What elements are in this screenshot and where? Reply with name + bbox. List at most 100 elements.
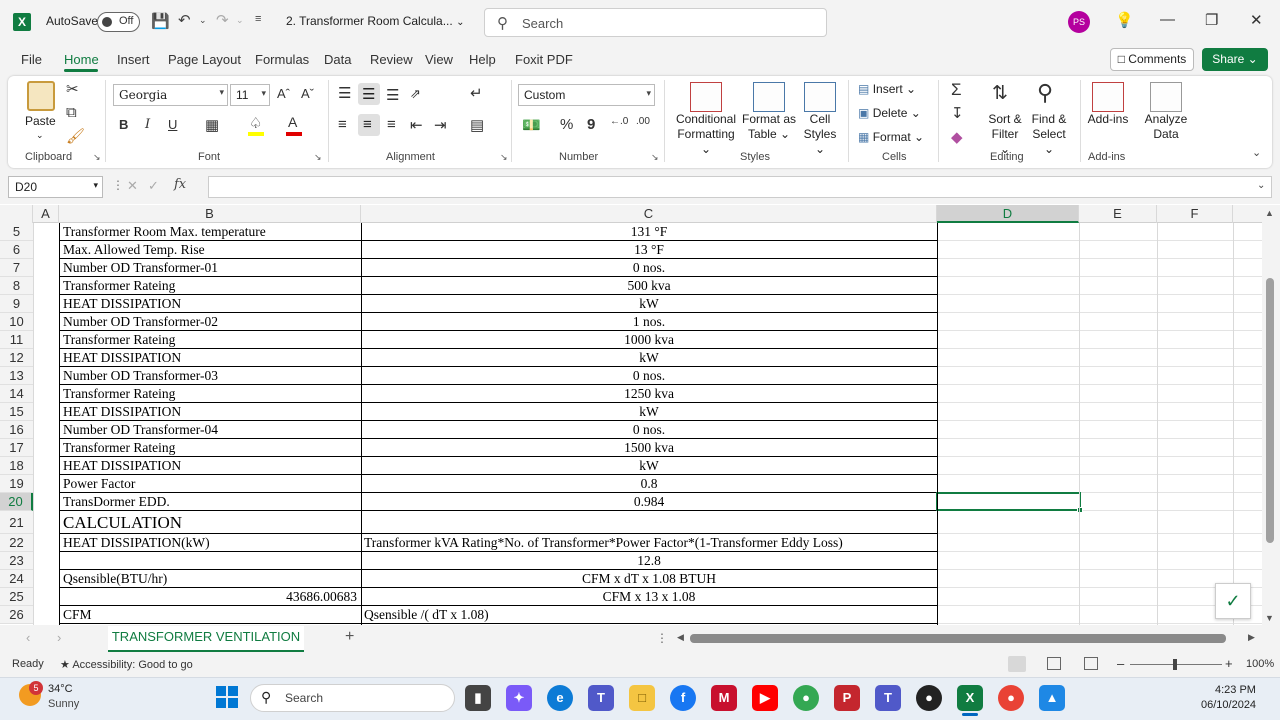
conditional-formatting-button[interactable]: Conditional Formatting ⌄: [672, 112, 740, 157]
format-as-table-button[interactable]: Format as Table ⌄: [742, 112, 796, 142]
row-header[interactable]: 26: [0, 606, 33, 624]
lightbulb-icon[interactable]: 💡: [1115, 11, 1134, 29]
cell-c[interactable]: 0 nos.: [364, 259, 934, 277]
minimize-icon[interactable]: —: [1160, 11, 1175, 28]
share-button[interactable]: Share ⌄: [1202, 48, 1268, 71]
select-all-corner[interactable]: [0, 205, 33, 223]
row-header[interactable]: 11: [0, 331, 33, 349]
restore-icon[interactable]: ❐: [1205, 11, 1218, 29]
cell-styles-button[interactable]: Cell Styles ⌄: [798, 112, 842, 157]
row-header[interactable]: 16: [0, 421, 33, 439]
cell-b[interactable]: Qsensible(BTU/hr): [63, 570, 357, 588]
paste-button[interactable]: Paste: [25, 114, 56, 129]
cut-icon[interactable]: ✂: [66, 80, 79, 98]
column-header-d[interactable]: D: [937, 205, 1079, 223]
checkmark-icon[interactable]: ✓: [1215, 583, 1251, 619]
delete-cells-button[interactable]: ▣ Delete ⌄: [858, 106, 921, 121]
menu-home[interactable]: Home: [64, 52, 99, 67]
zoom-out-icon[interactable]: –: [1117, 656, 1124, 671]
menu-review[interactable]: Review: [370, 52, 413, 67]
add-ins-icon[interactable]: [1092, 82, 1124, 112]
cell-c[interactable]: 0.8: [364, 475, 934, 493]
cell-c[interactable]: 0.984: [364, 493, 934, 511]
row-header[interactable]: 15: [0, 403, 33, 421]
merge-center-icon[interactable]: ▤: [470, 116, 484, 134]
align-center-icon[interactable]: ≡: [358, 114, 380, 136]
menu-foxit-pdf[interactable]: Foxit PDF: [515, 52, 573, 67]
cell-styles-icon[interactable]: [804, 82, 836, 112]
copilot-icon[interactable]: ✦: [506, 685, 532, 711]
increase-decimal-icon[interactable]: ←.0: [610, 116, 628, 127]
cell-b[interactable]: Number OD Transformer-04: [63, 421, 357, 439]
cell-c[interactable]: kW: [364, 295, 934, 313]
scroll-left-icon[interactable]: ◀: [677, 632, 684, 643]
collapse-ribbon-icon[interactable]: ⌄: [1252, 146, 1261, 159]
row-header[interactable]: 9: [0, 295, 33, 313]
close-icon[interactable]: ✕: [1250, 11, 1263, 29]
mcafee-icon[interactable]: M: [711, 685, 737, 711]
scroll-right-icon[interactable]: ▶: [1248, 632, 1255, 643]
cell-c[interactable]: 0 nos.: [364, 421, 934, 439]
cell-c[interactable]: 12.8: [364, 552, 934, 570]
edge-icon[interactable]: e: [547, 685, 573, 711]
add-sheet-icon[interactable]: +: [345, 628, 354, 646]
customize-toolbar-icon[interactable]: ≡: [255, 13, 261, 25]
cell-b[interactable]: TransDormer EDD.: [63, 493, 357, 511]
italic-button[interactable]: I: [145, 117, 150, 132]
paste-icon[interactable]: [27, 81, 55, 111]
orientation-icon[interactable]: ⇗: [410, 86, 421, 102]
file-explorer-icon[interactable]: □: [629, 685, 655, 711]
clipboard-launcher-icon[interactable]: ↘: [93, 152, 101, 163]
youtube-icon[interactable]: ▶: [752, 685, 778, 711]
menu-formulas[interactable]: Formulas: [255, 52, 309, 67]
find-select-icon[interactable]: ⚲: [1037, 80, 1053, 106]
decrease-indent-icon[interactable]: ⇤: [410, 116, 423, 134]
tab-options-icon[interactable]: ⋮: [656, 631, 668, 645]
user-avatar[interactable]: PS: [1068, 11, 1090, 33]
row-header[interactable]: 7: [0, 259, 33, 277]
clock-date[interactable]: 06/10/2024: [1201, 699, 1256, 711]
selected-cell-d20[interactable]: [936, 492, 1083, 513]
cell-b[interactable]: HEAT DISSIPATION: [63, 349, 357, 367]
horizontal-scroll-thumb[interactable]: [690, 634, 1226, 643]
menu-view[interactable]: View: [425, 52, 453, 67]
cell-b[interactable]: Power Factor: [63, 475, 357, 493]
row-header[interactable]: 19: [0, 475, 33, 493]
column-header-e[interactable]: E: [1079, 205, 1157, 223]
number-format-select[interactable]: Custom ▾: [518, 84, 655, 106]
expand-formula-bar-icon[interactable]: ⌄: [1257, 180, 1265, 191]
bold-button[interactable]: B: [119, 117, 128, 132]
font-name-select[interactable]: Georgia ▾: [113, 84, 228, 106]
pdf-icon[interactable]: P: [834, 685, 860, 711]
cell-b[interactable]: CFM: [63, 606, 357, 624]
align-left-icon[interactable]: ≡: [338, 116, 347, 133]
menu-page-layout[interactable]: Page Layout: [168, 52, 241, 67]
cell-b[interactable]: [63, 552, 357, 570]
align-right-icon[interactable]: ≡: [387, 116, 396, 133]
cell-c[interactable]: Qsensible /( dT x 1.08): [364, 606, 934, 624]
sheet-tab-transformer-ventilation[interactable]: TRANSFORMER VENTILATION: [108, 626, 304, 652]
insert-cells-button[interactable]: ▤ Insert ⌄: [858, 82, 916, 97]
column-header-b[interactable]: B: [59, 205, 361, 223]
font-launcher-icon[interactable]: ↘: [314, 152, 322, 163]
accessibility-status[interactable]: ★ Accessibility: Good to go: [60, 658, 193, 671]
row-header[interactable]: 20: [0, 493, 33, 511]
add-ins-button[interactable]: Add-ins: [1086, 112, 1130, 127]
cell-b[interactable]: Transformer Rateing: [63, 277, 357, 295]
wrap-text-icon[interactable]: ↵: [470, 84, 483, 102]
row-header[interactable]: 21: [0, 511, 33, 534]
underline-button[interactable]: U: [168, 117, 177, 132]
facebook-icon[interactable]: f: [670, 685, 696, 711]
increase-font-icon[interactable]: Aˆ: [277, 86, 290, 101]
cell-c[interactable]: 1250 kva: [364, 385, 934, 403]
decrease-font-icon[interactable]: Aˇ: [301, 86, 314, 101]
teams-icon[interactable]: T: [588, 685, 614, 711]
borders-icon[interactable]: ▦: [205, 116, 219, 134]
cell-b[interactable]: HEAT DISSIPATION(kW): [63, 534, 357, 552]
weather-temp[interactable]: 34°C: [48, 683, 73, 695]
format-cells-button[interactable]: ▦ Format ⌄: [858, 130, 924, 145]
number-launcher-icon[interactable]: ↘: [651, 152, 659, 163]
row-header[interactable]: 12: [0, 349, 33, 367]
save-icon[interactable]: 💾: [151, 12, 170, 30]
cell-c[interactable]: kW: [364, 403, 934, 421]
